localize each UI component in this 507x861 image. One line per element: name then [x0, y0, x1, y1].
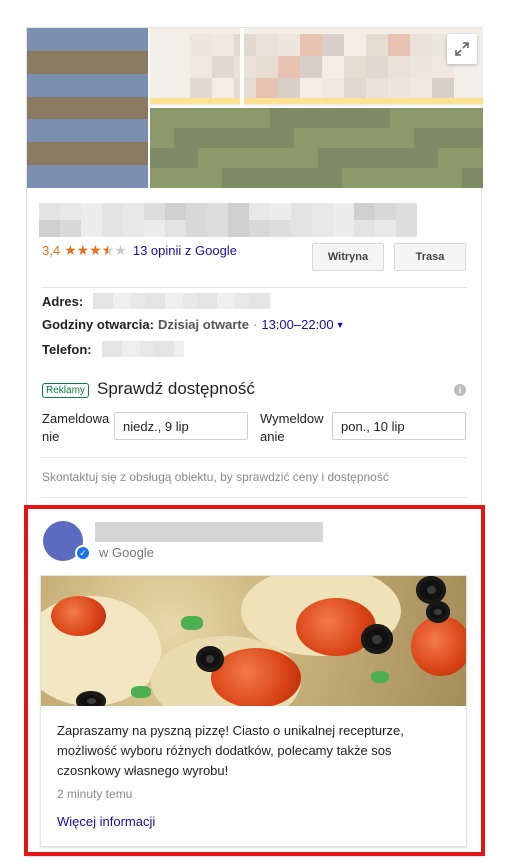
map-thumbnail[interactable] — [150, 28, 483, 106]
phone-redacted — [101, 341, 184, 357]
business-name-redacted — [39, 203, 417, 237]
address-redacted — [93, 293, 272, 309]
address-label: Adres: — [42, 293, 84, 309]
hours-row[interactable]: Godziny otwarcia: Dzisiaj otwarte · 13:0… — [42, 317, 345, 332]
more-info-link[interactable]: Więcej informacji — [57, 814, 155, 829]
post-image[interactable] — [41, 576, 466, 706]
website-button[interactable]: Witryna — [312, 243, 384, 271]
checkin-date-input[interactable]: niedz., 9 lip — [114, 412, 248, 440]
reviews-link[interactable]: 13 opinii z Google — [133, 243, 237, 258]
post-source: w Google — [99, 545, 154, 560]
divider — [41, 457, 467, 458]
hours-separator: · — [253, 317, 258, 332]
post-time: 2 minuty temu — [57, 787, 133, 801]
route-button[interactable]: Trasa — [394, 243, 466, 271]
checkin-label: Zameldowanie — [42, 411, 110, 444]
checkout-date-input[interactable]: pon., 10 lip — [332, 412, 466, 440]
divider — [41, 497, 467, 498]
verified-check-icon: ✓ — [75, 545, 91, 561]
checkout-label: Wymeldowanie — [260, 411, 324, 444]
rating-score: 3,4 — [42, 243, 61, 258]
post-text: Zapraszamy na pyszną pizzę! Ciasto o uni… — [57, 723, 404, 778]
hours-range[interactable]: 13:00–22:00 — [261, 317, 333, 332]
ad-badge: Reklamy — [42, 383, 89, 398]
main-photo[interactable] — [27, 28, 148, 188]
info-icon[interactable]: i — [454, 384, 466, 396]
phone-row: Telefon: — [42, 341, 184, 357]
author-name-redacted — [95, 522, 323, 542]
address-row: Adres: — [42, 293, 272, 309]
contact-note: Skontaktuj się z obsługą obiektu, by spr… — [42, 470, 389, 484]
star-rating: ★★★★★★ — [64, 242, 127, 258]
post-card[interactable]: Zapraszamy na pyszną pizzę! Ciasto o uni… — [40, 575, 467, 847]
hours-label: Godziny otwarcia: — [42, 317, 154, 332]
street-photo[interactable] — [150, 108, 483, 188]
rating-row: 3,4 ★★★★★★ 13 opinii z Google — [42, 242, 237, 259]
divider — [41, 287, 467, 288]
expand-icon — [455, 42, 469, 56]
caret-down-icon[interactable]: ▼ — [336, 320, 345, 330]
phone-label: Telefon: — [42, 341, 92, 357]
expand-map-button[interactable] — [447, 34, 477, 64]
hours-status: Dzisiaj otwarte — [157, 317, 249, 332]
availability-title: Sprawdź dostępność — [97, 379, 255, 398]
